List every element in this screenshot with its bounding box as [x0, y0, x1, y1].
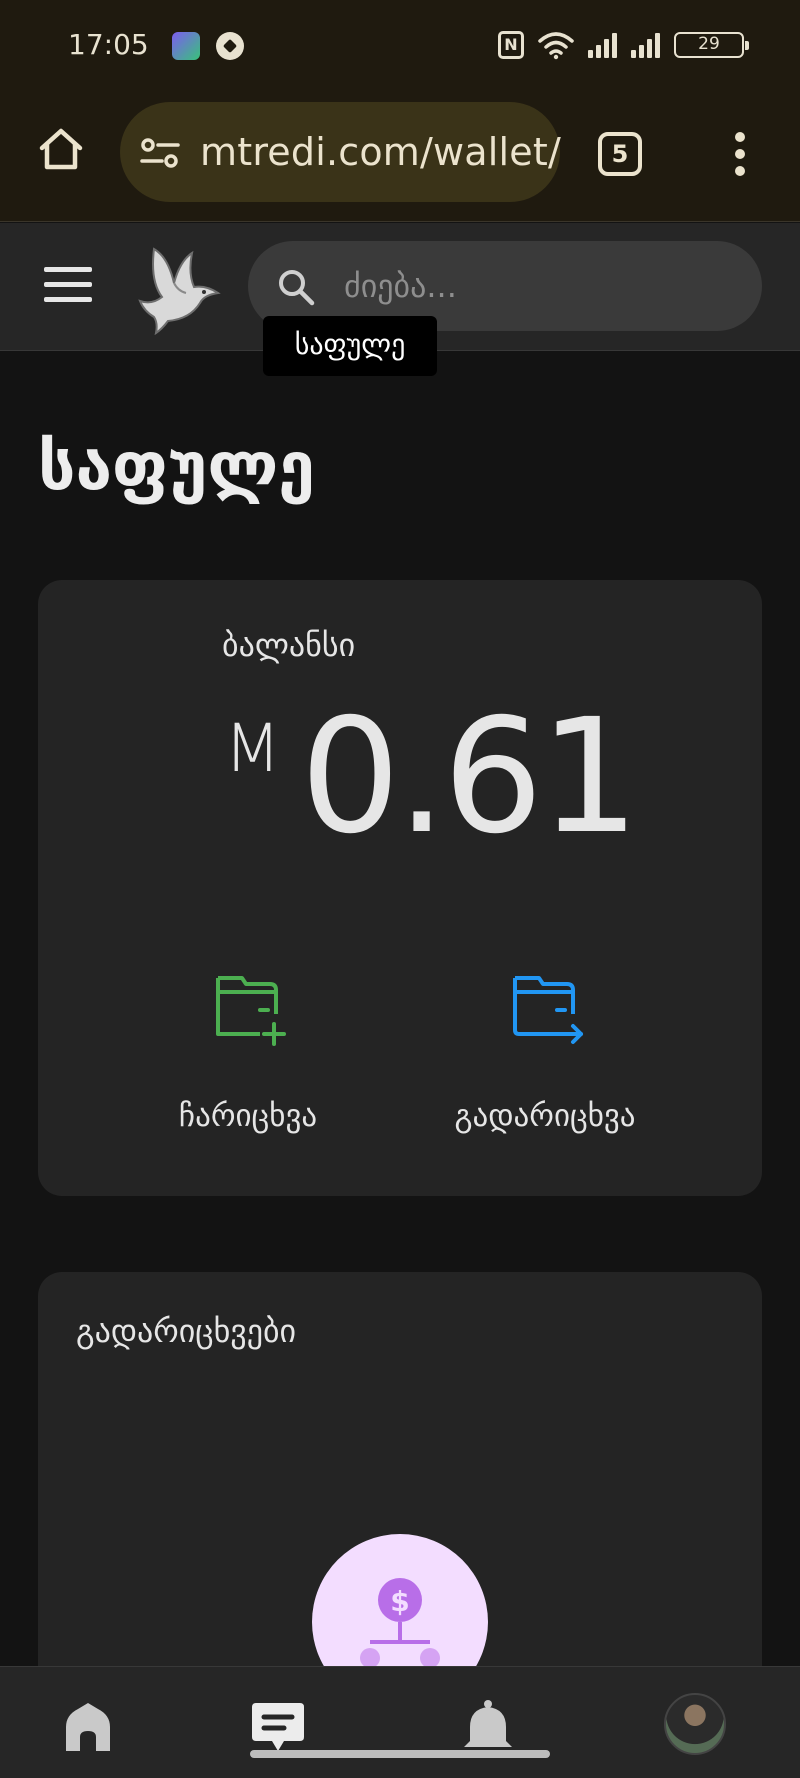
transactions-title: გადარიცხვები — [76, 1312, 297, 1350]
gesture-home-indicator[interactable] — [250, 1750, 550, 1758]
balance-amount: 0.61 — [300, 685, 640, 869]
status-bar: 17:05 N 29 — [0, 0, 800, 94]
balance-card: ბალანსი M 0.61 ჩარიცხვა გადარიცხვა — [38, 580, 762, 1196]
page-title: საფულე — [38, 428, 315, 505]
wifi-icon — [538, 32, 574, 60]
status-icons: N 29 — [498, 30, 749, 60]
football-icon — [216, 32, 244, 60]
wallet-add-icon[interactable] — [208, 968, 288, 1048]
deposit-button[interactable]: ჩარიცხვა — [128, 968, 368, 1158]
transfer-label[interactable]: გადარიცხვა — [425, 1098, 665, 1134]
signal-icon — [631, 32, 660, 58]
search-input[interactable] — [344, 261, 724, 311]
browser-toolbar: mtredi.com/wallet/ 5 — [0, 94, 800, 222]
url-text[interactable]: mtredi.com/wallet/ — [200, 130, 561, 174]
home-icon[interactable] — [36, 124, 86, 174]
deposit-label[interactable]: ჩარიცხვა — [128, 1098, 368, 1134]
chat-icon[interactable] — [248, 1697, 308, 1757]
search-icon[interactable] — [276, 267, 316, 307]
hamburger-menu-icon[interactable] — [44, 267, 92, 303]
address-bar[interactable]: mtredi.com/wallet/ — [120, 102, 561, 202]
nfc-icon: N — [498, 31, 524, 59]
dove-logo[interactable] — [134, 239, 224, 335]
logo-tooltip: საფულე — [263, 316, 437, 376]
transactions-card: გადარიცხვები $ — [38, 1272, 762, 1710]
svg-text:$: $ — [390, 1585, 409, 1618]
bottom-navigation — [0, 1666, 800, 1778]
status-time: 17:05 — [68, 28, 149, 61]
profile-avatar[interactable] — [664, 1693, 726, 1755]
home-icon[interactable] — [58, 1697, 118, 1757]
balance-label: ბალანსი — [222, 626, 356, 664]
bell-icon[interactable] — [458, 1697, 518, 1757]
wallet-transfer-icon[interactable] — [505, 968, 585, 1048]
wallet-app-icon — [172, 32, 200, 60]
currency-symbol: M — [224, 710, 281, 787]
transfer-button[interactable]: გადარიცხვა — [425, 968, 665, 1158]
tab-switcher-button[interactable]: 5 — [598, 132, 642, 176]
signal-icon — [588, 32, 617, 58]
battery-icon: 29 — [674, 32, 749, 58]
browser-menu-icon[interactable] — [730, 132, 750, 180]
site-settings-icon[interactable] — [140, 136, 180, 170]
